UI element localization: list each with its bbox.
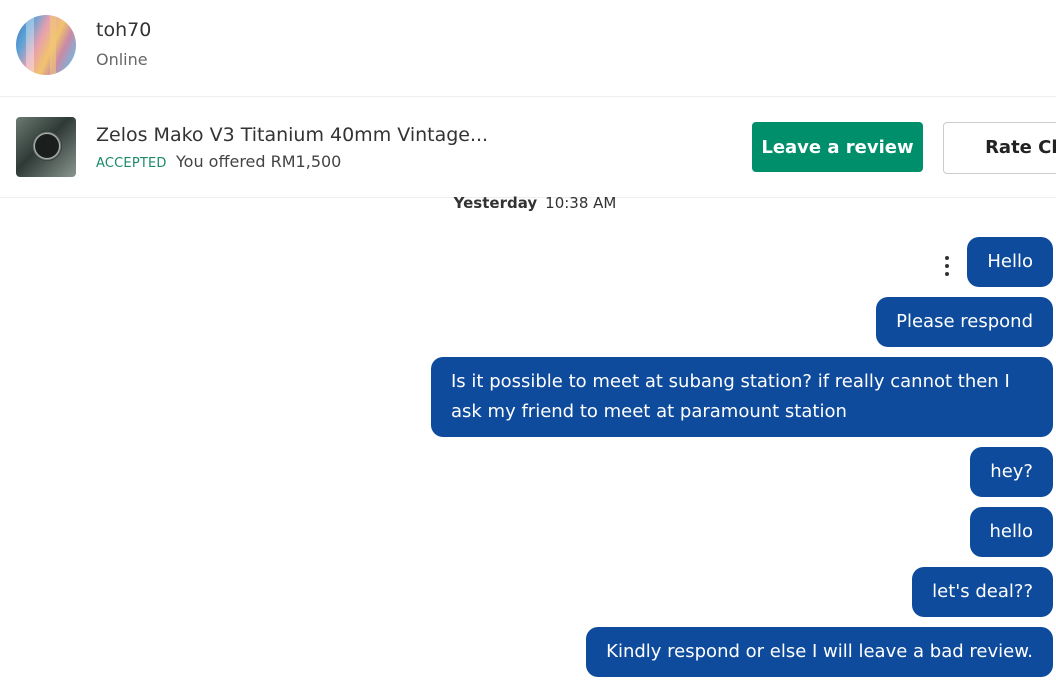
message-bubble[interactable]: Please respond: [876, 297, 1053, 347]
online-status: Online: [96, 50, 148, 69]
timestamp-day: Yesterday: [453, 194, 538, 212]
message-bubble[interactable]: Kindly respond or else I will leave a ba…: [586, 627, 1053, 677]
chat-header: toh70 Online: [0, 0, 1056, 97]
listing-title[interactable]: Zelos Mako V3 Titanium 40mm Vintage...: [96, 124, 488, 146]
rate-chat-button[interactable]: Rate Chat: [943, 122, 1056, 174]
message-bubble[interactable]: Is it possible to meet at subang station…: [431, 357, 1053, 437]
message-bubble[interactable]: hey?: [970, 447, 1053, 497]
leave-review-button[interactable]: Leave a review: [752, 122, 923, 172]
message-timestamp: Yesterday 10:38 AM: [0, 194, 1056, 212]
offer-amount: You offered RM1,500: [176, 152, 342, 171]
timestamp-time: 10:38 AM: [545, 194, 617, 212]
offer-status-badge: ACCEPTED: [96, 156, 167, 171]
listing-thumbnail[interactable]: [16, 117, 76, 177]
message-bubble[interactable]: Hello: [967, 237, 1053, 287]
chat-page: toh70 Online Zelos Mako V3 Titanium 40mm…: [0, 0, 1056, 683]
message-bubble[interactable]: let's deal??: [912, 567, 1053, 617]
username[interactable]: toh70: [96, 19, 151, 41]
message-bubble[interactable]: hello: [969, 507, 1053, 557]
avatar[interactable]: [16, 15, 76, 75]
more-options-icon[interactable]: [943, 256, 951, 280]
